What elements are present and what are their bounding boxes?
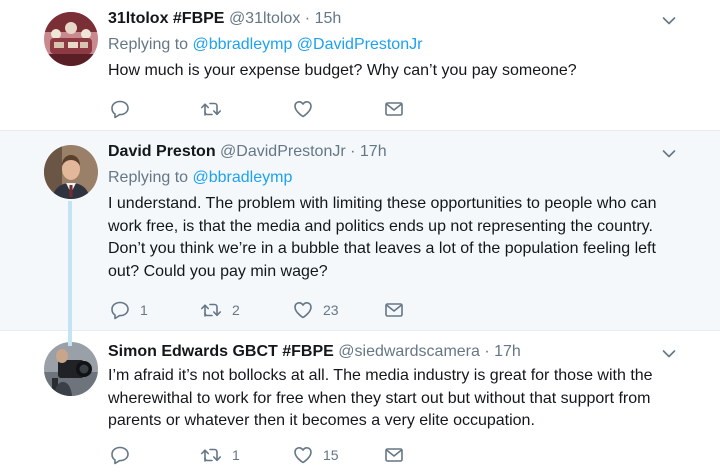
like-count: 15 bbox=[323, 447, 339, 463]
envelope-icon bbox=[385, 303, 403, 317]
timestamp[interactable]: 17h bbox=[360, 143, 387, 160]
direct-message-button[interactable] bbox=[384, 443, 404, 467]
display-name[interactable]: David Preston bbox=[108, 143, 216, 160]
replying-to-label: Replying to bbox=[108, 169, 189, 186]
reply-count: 1 bbox=[140, 302, 148, 318]
direct-message-button[interactable] bbox=[384, 97, 404, 121]
replying-to: Replying to @bbradleymp bbox=[108, 167, 674, 189]
chevron-down-icon[interactable] bbox=[662, 16, 676, 26]
tweet-text: I’m afraid it’s not bollocks at all. The… bbox=[108, 367, 653, 429]
chevron-down-icon[interactable] bbox=[662, 349, 676, 359]
avatar-image bbox=[44, 12, 98, 66]
user-handle[interactable]: @31ltolox bbox=[229, 10, 300, 27]
reply-icon bbox=[111, 301, 129, 320]
retweet-button[interactable] bbox=[200, 97, 232, 121]
avatar[interactable] bbox=[44, 342, 98, 396]
replying-to-label: Replying to bbox=[108, 36, 189, 53]
chevron-down-icon[interactable] bbox=[662, 149, 676, 159]
avatar-image bbox=[44, 342, 98, 396]
display-name[interactable]: 31ltolox #FBPE bbox=[108, 10, 224, 27]
replying-to: Replying to @bbradleymp @DavidPrestonJr bbox=[108, 34, 674, 56]
retweet-icon bbox=[201, 102, 221, 116]
timestamp[interactable]: 17h bbox=[494, 343, 521, 360]
retweet-button[interactable]: 1 bbox=[200, 443, 240, 467]
timestamp[interactable]: 15h bbox=[315, 10, 342, 27]
retweet-icon bbox=[201, 448, 221, 462]
retweet-count: 1 bbox=[232, 447, 240, 463]
heart-icon bbox=[294, 447, 312, 464]
user-handle[interactable]: @siedwardscamera bbox=[338, 343, 480, 360]
retweet-icon bbox=[201, 303, 221, 317]
user-handle[interactable]: @DavidPrestonJr bbox=[220, 143, 346, 160]
like-count: 23 bbox=[323, 302, 339, 318]
tweet-text: I understand. The problem with limiting … bbox=[108, 195, 657, 280]
avatar-image bbox=[44, 145, 98, 199]
like-button[interactable] bbox=[293, 97, 323, 121]
retweet-count: 2 bbox=[232, 302, 240, 318]
avatar[interactable] bbox=[44, 12, 98, 66]
tweet-text: How much is your expense budget? Why can… bbox=[108, 62, 577, 79]
tweet[interactable]: 31ltolox #FBPE @31ltolox · 15h Replying … bbox=[0, 0, 720, 131]
reply-icon bbox=[111, 446, 129, 465]
thread-connector bbox=[68, 201, 72, 346]
like-button[interactable]: 15 bbox=[293, 443, 339, 467]
separator: · bbox=[484, 343, 490, 360]
reply-icon bbox=[111, 100, 129, 119]
heart-icon bbox=[294, 302, 312, 319]
reply-button[interactable]: 1 bbox=[110, 298, 148, 322]
mention-link[interactable]: @bbradleymp bbox=[193, 169, 293, 186]
envelope-icon bbox=[385, 448, 403, 462]
display-name[interactable]: Simon Edwards GBCT #FBPE bbox=[108, 343, 334, 360]
reply-button[interactable] bbox=[110, 443, 140, 467]
avatar[interactable] bbox=[44, 145, 98, 199]
tweet[interactable]: David Preston @DavidPrestonJr · 17h Repl… bbox=[0, 131, 720, 331]
heart-icon bbox=[294, 101, 312, 118]
retweet-button[interactable]: 2 bbox=[200, 298, 240, 322]
tweet[interactable]: Simon Edwards GBCT #FBPE @siedwardscamer… bbox=[0, 331, 720, 475]
mention-link[interactable]: @DavidPrestonJr bbox=[297, 36, 423, 53]
envelope-icon bbox=[385, 102, 403, 116]
direct-message-button[interactable] bbox=[384, 298, 404, 322]
mention-link[interactable]: @bbradleymp bbox=[193, 36, 293, 53]
separator: · bbox=[304, 10, 311, 27]
separator: · bbox=[350, 143, 356, 160]
reply-button[interactable] bbox=[110, 97, 140, 121]
like-button[interactable]: 23 bbox=[293, 298, 339, 322]
